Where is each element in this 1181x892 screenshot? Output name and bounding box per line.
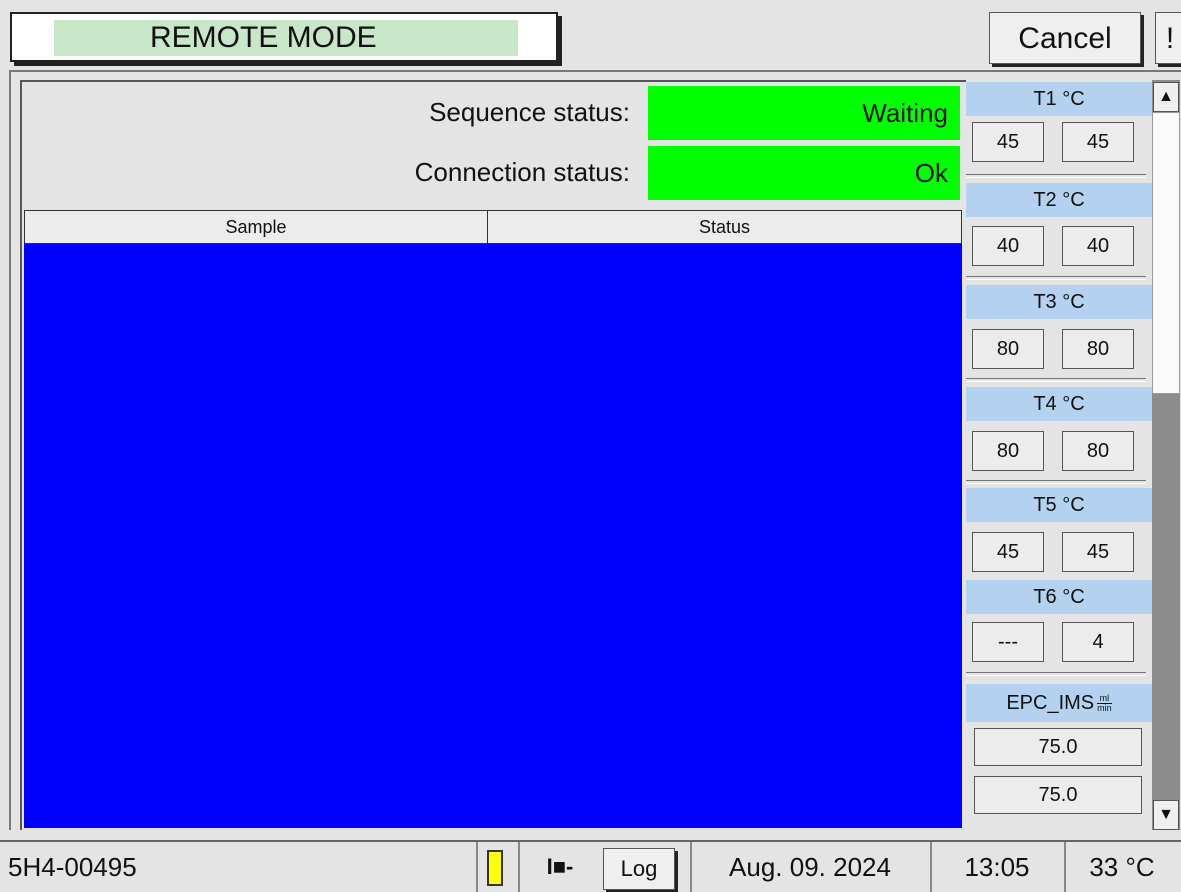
t4-label: T4 °C — [966, 387, 1152, 421]
t5-setpoint: 45 — [972, 532, 1044, 572]
t1-setpoint: 45 — [972, 122, 1044, 162]
t2-label: T2 °C — [966, 183, 1152, 217]
mode-banner: REMOTE MODE — [10, 12, 558, 62]
t5-actual: 45 — [1062, 532, 1134, 572]
flow-unit-denominator: min — [1097, 703, 1112, 714]
epc-ims-setpoint: 75.0 — [974, 728, 1142, 766]
column-header-status[interactable]: Status — [487, 210, 962, 244]
mode-label: REMOTE MODE — [54, 20, 518, 56]
t6-actual: 4 — [1062, 622, 1134, 662]
log-button[interactable]: Log — [603, 848, 675, 890]
t1-actual: 45 — [1062, 122, 1134, 162]
divider — [966, 174, 1146, 178]
sequence-status-label: Sequence status: — [429, 97, 630, 127]
epc-ims-label: EPC_IMS ml min — [966, 684, 1152, 722]
scroll-down-arrow-icon[interactable]: ▼ — [1153, 800, 1179, 830]
connection-status-value: Ok — [648, 146, 960, 200]
t3-setpoint: 80 — [972, 329, 1044, 369]
t2-setpoint: 40 — [972, 226, 1044, 266]
divider — [966, 672, 1146, 676]
date-display: Aug. 09. 2024 — [729, 852, 891, 882]
divider — [476, 842, 478, 892]
sequence-status-value: Waiting — [648, 86, 960, 140]
t2-actual: 40 — [1062, 226, 1134, 266]
divider — [518, 842, 520, 892]
epc-ims-name: EPC_IMS — [1006, 692, 1095, 714]
t1-label: T1 °C — [966, 82, 1152, 116]
scroll-thumb[interactable] — [1152, 112, 1180, 394]
alert-button[interactable]: ! — [1155, 12, 1181, 64]
cancel-button[interactable]: Cancel — [989, 12, 1141, 64]
power-plug-icon: I■- — [546, 854, 574, 879]
side-panel-scrollbar[interactable]: ▲ ▼ — [1152, 80, 1180, 830]
t3-label: T3 °C — [966, 285, 1152, 319]
connection-status-label: Connection status: — [414, 157, 630, 187]
sample-table-body[interactable] — [24, 244, 962, 828]
sample-table-header: Sample Status — [24, 210, 962, 244]
t4-actual: 80 — [1062, 431, 1134, 471]
column-header-sample[interactable]: Sample — [24, 210, 488, 244]
ambient-temperature: 33 °C — [1089, 852, 1155, 882]
t4-setpoint: 80 — [972, 431, 1044, 471]
battery-icon — [487, 850, 503, 886]
t6-label: T6 °C — [966, 580, 1152, 614]
t5-label: T5 °C — [966, 488, 1152, 522]
epc-ims-actual: 75.0 — [974, 776, 1142, 814]
t3-actual: 80 — [1062, 329, 1134, 369]
divider — [966, 378, 1146, 382]
temperature-panel: T1 °C 45 45 T2 °C 40 40 T3 °C 80 80 T4 °… — [966, 80, 1152, 826]
t6-setpoint: --- — [972, 622, 1044, 662]
scroll-up-arrow-icon[interactable]: ▲ — [1153, 82, 1179, 112]
time-display: 13:05 — [964, 852, 1030, 882]
flow-unit: ml min — [1097, 694, 1112, 713]
divider — [966, 276, 1146, 280]
device-id: 5H4-00495 — [8, 852, 137, 882]
divider — [966, 480, 1146, 484]
